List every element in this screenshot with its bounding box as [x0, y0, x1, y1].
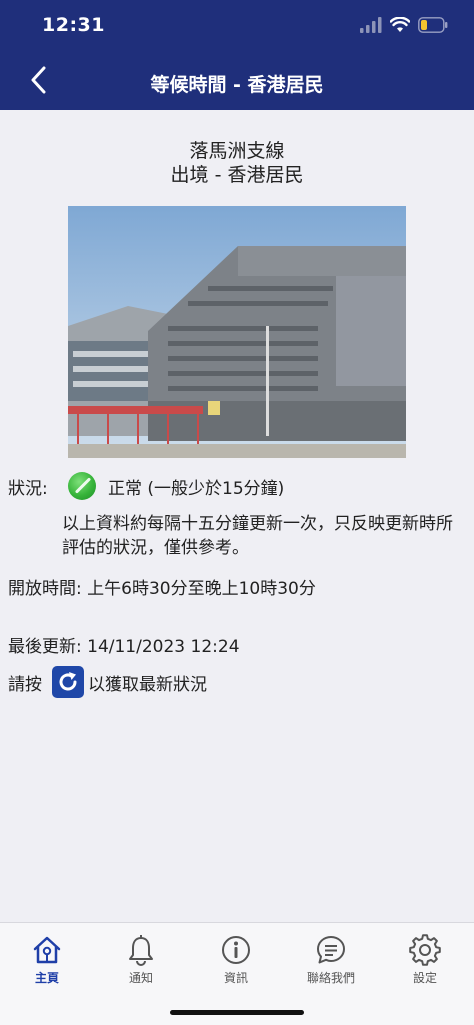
wifi-icon: [390, 17, 410, 32]
control-point-name: 落馬洲支線: [189, 140, 285, 162]
chat-icon: [317, 936, 345, 964]
open-hours: 開放時間: 上午6時30分至晚上10時30分: [8, 579, 316, 599]
tab-info[interactable]: 資訊: [196, 931, 276, 986]
home-indicator: [170, 1010, 304, 1015]
control-point-photo: [68, 206, 406, 458]
tab-home[interactable]: 主頁: [7, 931, 87, 986]
main-content: 落馬洲支線 出境 - 香港居民 狀況: 正常 (一般少於15分鐘) 以上資料約每…: [0, 110, 474, 922]
refresh-icon: [59, 672, 77, 691]
top-bar: 12:31 等候時間 - 香港居民: [0, 0, 474, 110]
status-normal-icon: [68, 472, 96, 500]
home-icon: [33, 936, 61, 964]
bell-icon: [129, 935, 153, 966]
update-note: 以上資料約每隔十五分鐘更新一次，只反映更新時所評估的狀況，僅供參考。: [62, 514, 453, 558]
status-label: 狀況:: [8, 478, 48, 499]
status-row: 狀況: 正常 (一般少於15分鐘): [8, 472, 284, 500]
tab-info-label: 資訊: [223, 971, 248, 985]
tab-contact-label: 聯絡我們: [306, 971, 355, 985]
direction-label: 出境 - 香港居民: [170, 164, 304, 186]
last-update: 最後更新: 14/11/2023 12:24: [8, 637, 240, 657]
tab-notifications-label: 通知: [128, 971, 153, 985]
status-text: 正常 (一般少於15分鐘): [108, 478, 285, 499]
signal-icon: [360, 17, 382, 33]
refresh-prefix: 請按: [8, 674, 42, 695]
building-illustration: [68, 206, 406, 458]
gear-icon: [409, 934, 441, 966]
tab-settings-label: 設定: [412, 971, 437, 985]
tab-notifications[interactable]: 通知: [101, 931, 181, 986]
page-title: 等候時間 - 香港居民: [150, 74, 324, 96]
info-icon: [222, 936, 250, 964]
status-time: 12:31: [42, 14, 105, 36]
tab-contact[interactable]: 聯絡我們: [291, 931, 371, 986]
tab-home-label: 主頁: [34, 971, 59, 985]
battery-icon: [418, 17, 448, 33]
refresh-row: 請按 以獲取最新狀況: [8, 666, 207, 698]
refresh-button[interactable]: [52, 666, 84, 698]
tab-settings[interactable]: 設定: [385, 931, 465, 986]
status-icons: [360, 14, 448, 36]
refresh-suffix: 以獲取最新狀況: [88, 674, 207, 695]
